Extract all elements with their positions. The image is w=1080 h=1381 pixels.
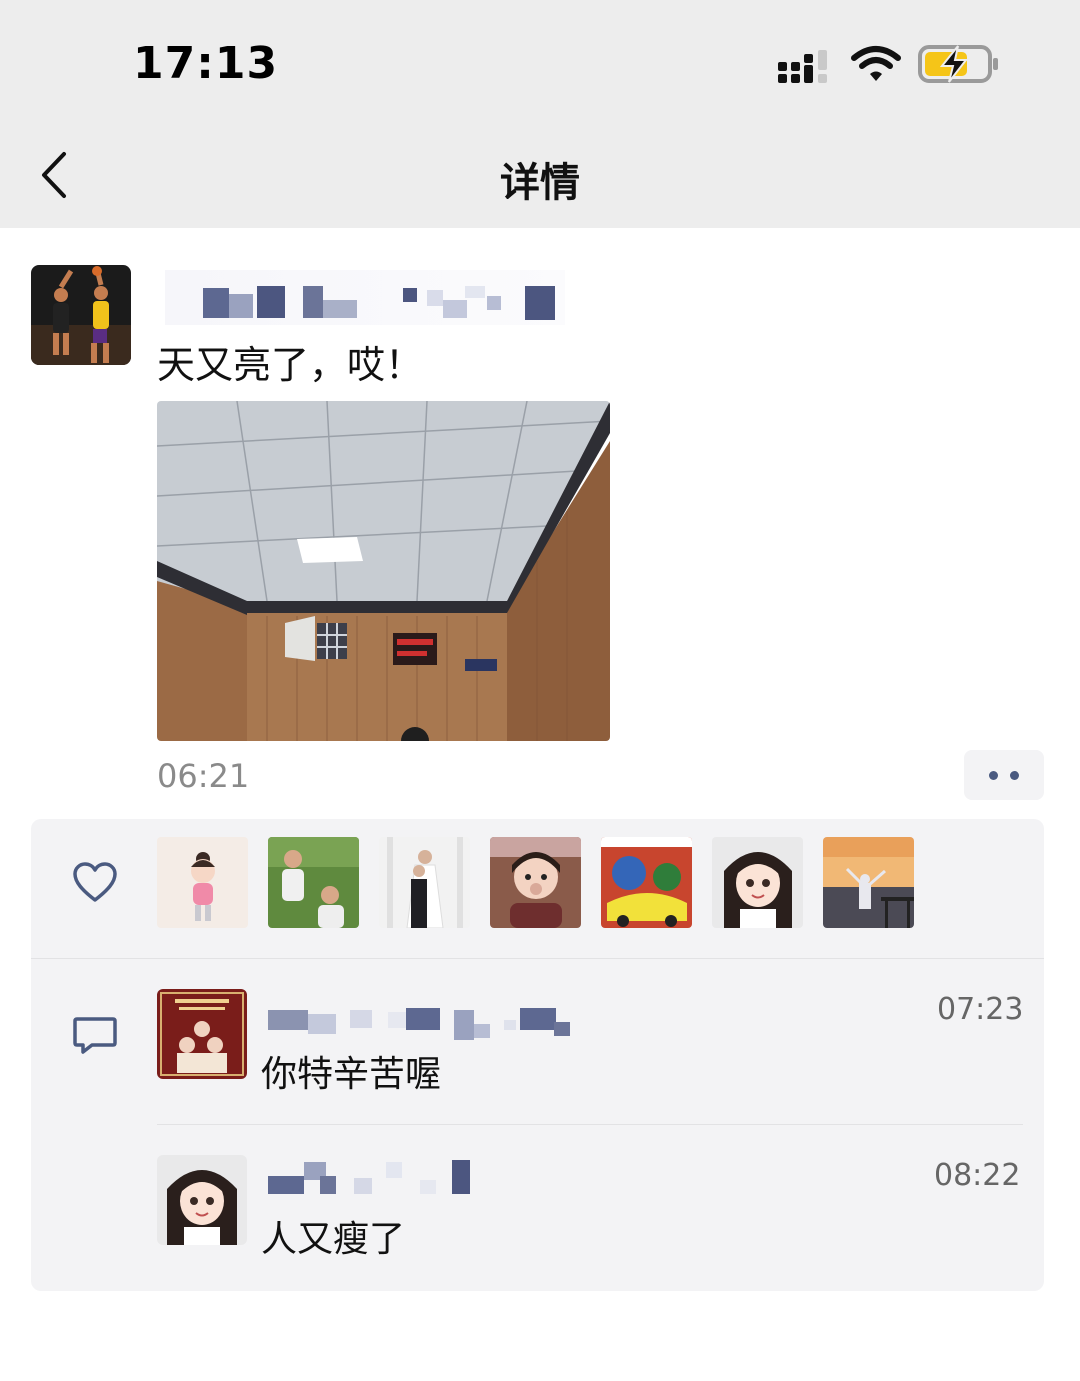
liker-avatar[interactable]	[268, 837, 359, 928]
commenter-avatar[interactable]	[157, 989, 247, 1079]
liker-avatar[interactable]	[601, 837, 692, 928]
status-time: 17:13	[133, 38, 279, 89]
liker-avatar[interactable]	[157, 837, 248, 928]
liker-avatar[interactable]	[823, 837, 914, 928]
post-photo[interactable]	[157, 401, 610, 741]
liker-avatar[interactable]	[379, 837, 470, 928]
liker-avatar[interactable]	[490, 837, 581, 928]
heart-icon	[73, 862, 117, 902]
comment-timestamp: 08:22	[934, 1158, 1021, 1193]
panel-divider	[31, 958, 1044, 959]
page-title: 详情	[500, 160, 580, 206]
comment-text: 人又瘦了	[261, 1219, 406, 1260]
liker-avatar[interactable]	[712, 837, 803, 928]
comment-timestamp: 07:23	[937, 992, 1024, 1027]
post-text: 天又亮了，哎！	[157, 343, 424, 387]
wifi-icon	[851, 46, 901, 81]
more-dot-icon	[1010, 771, 1019, 780]
battery-charging-icon	[918, 45, 998, 83]
author-avatar[interactable]	[31, 265, 131, 365]
commenter-name-blurred[interactable]	[268, 1000, 573, 1040]
commenter-avatar[interactable]	[157, 1155, 247, 1245]
post-timestamp: 06:21	[157, 757, 250, 795]
comment-text: 你特辛苦喔	[261, 1054, 442, 1095]
more-actions-button[interactable]	[964, 750, 1044, 800]
comment-divider	[157, 1124, 1023, 1125]
commenter-name-blurred[interactable]	[268, 1158, 473, 1198]
author-name-blurred[interactable]	[165, 270, 565, 325]
more-dot-icon	[989, 771, 998, 780]
comment-icon	[73, 1017, 117, 1054]
signal-icon	[778, 50, 827, 83]
